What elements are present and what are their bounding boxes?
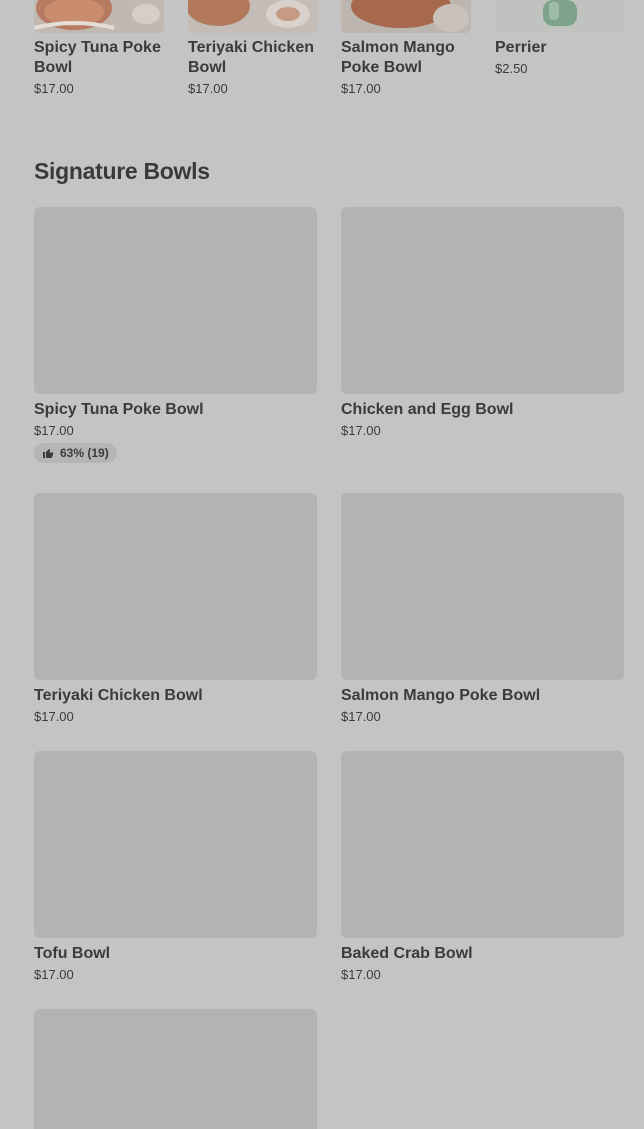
rating-badge: 63% (19) bbox=[34, 443, 117, 463]
menu-item-card[interactable]: Baked Crab Bowl $17.00 bbox=[341, 751, 624, 982]
menu-item-card[interactable]: Spicy Tuna Poke Bowl $17.00 63% (19) bbox=[34, 207, 317, 464]
thumbs-up-icon bbox=[43, 449, 54, 458]
item-name: Spicy Tuna Poke Bowl bbox=[34, 401, 204, 418]
item-price: $17.00 bbox=[34, 709, 74, 724]
item-price: $17.00 bbox=[34, 967, 74, 982]
item-price: $2.50 bbox=[495, 61, 528, 76]
section-title: Signature Bowls bbox=[34, 158, 210, 184]
menu-item-card[interactable]: Chicken and Egg Bowl $17.00 bbox=[341, 207, 624, 438]
item-price: $17.00 bbox=[341, 81, 381, 96]
item-image-placeholder bbox=[341, 207, 624, 394]
menu-item-card[interactable]: Tofu Bowl $17.00 bbox=[34, 751, 317, 982]
item-name: Salmon Mango Poke Bowl bbox=[341, 39, 455, 76]
item-thumbnail bbox=[495, 0, 625, 33]
menu-item-card[interactable]: Teriyaki Chicken Bowl $17.00 bbox=[34, 493, 317, 724]
rating-text: 63% (19) bbox=[60, 446, 109, 460]
popular-item-card[interactable]: Spicy Tuna Poke Bowl $17.00 bbox=[34, 0, 164, 96]
item-thumbnail bbox=[341, 0, 471, 33]
item-image-placeholder bbox=[34, 207, 317, 394]
item-price: $17.00 bbox=[188, 81, 228, 96]
item-thumbnail bbox=[188, 0, 318, 33]
item-name: Spicy Tuna Poke Bowl bbox=[34, 39, 161, 76]
popular-item-card[interactable]: Perrier $2.50 bbox=[495, 0, 625, 76]
item-image-placeholder bbox=[34, 751, 317, 938]
item-name: Teriyaki Chicken Bowl bbox=[188, 39, 314, 76]
item-name: Baked Crab Bowl bbox=[341, 945, 473, 962]
item-name: Perrier bbox=[495, 39, 547, 56]
item-name: Chicken and Egg Bowl bbox=[341, 401, 514, 418]
item-name: Tofu Bowl bbox=[34, 945, 111, 962]
popular-item-card[interactable]: Salmon Mango Poke Bowl $17.00 bbox=[341, 0, 471, 96]
popular-items-carousel: Spicy Tuna Poke Bowl $17.00 Teriyaki Chi… bbox=[34, 0, 644, 110]
item-name: Teriyaki Chicken Bowl bbox=[34, 687, 203, 704]
item-price: $17.00 bbox=[341, 967, 381, 982]
popular-item-card[interactable]: Teriyaki Chicken Bowl $17.00 bbox=[188, 0, 318, 96]
item-image-placeholder bbox=[34, 1009, 317, 1129]
item-image-placeholder bbox=[34, 493, 317, 680]
menu-item-card[interactable] bbox=[34, 1009, 317, 1129]
item-image-placeholder bbox=[341, 493, 624, 680]
item-name: Salmon Mango Poke Bowl bbox=[341, 687, 541, 704]
item-price: $17.00 bbox=[34, 423, 74, 438]
item-image-placeholder bbox=[341, 751, 624, 938]
item-price: $17.00 bbox=[341, 709, 381, 724]
item-price: $17.00 bbox=[341, 423, 381, 438]
menu-item-card[interactable]: Salmon Mango Poke Bowl $17.00 bbox=[341, 493, 624, 724]
item-price: $17.00 bbox=[34, 81, 74, 96]
item-thumbnail bbox=[34, 0, 164, 33]
